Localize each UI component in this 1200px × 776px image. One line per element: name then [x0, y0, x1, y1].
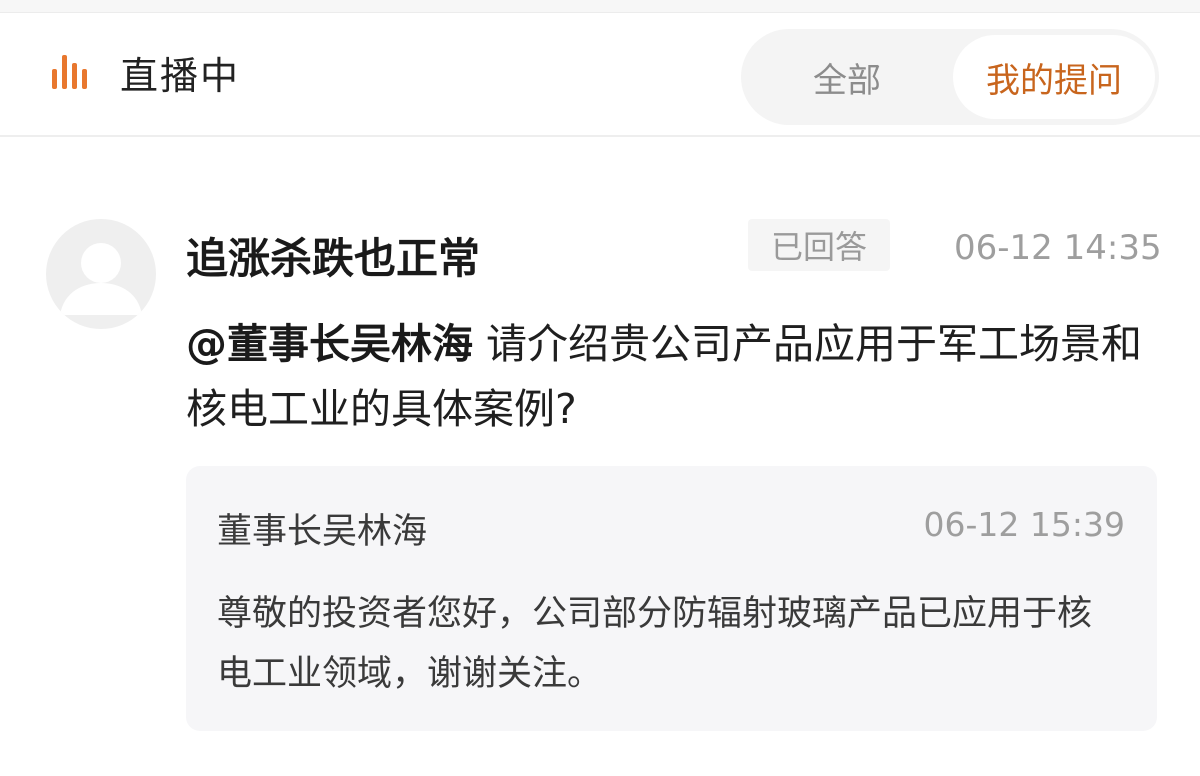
question-username[interactable]: 追涨杀跌也正常	[186, 225, 480, 286]
tab-all[interactable]: 全部	[741, 29, 953, 125]
question-timestamp: 06-12 14:35	[954, 228, 1162, 268]
mention-link[interactable]: @董事长吴林海	[186, 320, 473, 368]
filter-segmented-control: 全部 我的提问	[741, 29, 1159, 125]
tab-my-questions[interactable]: 我的提问	[953, 35, 1155, 119]
live-bars-icon	[52, 55, 88, 89]
answer-timestamp: 06-12 15:39	[923, 505, 1125, 544]
answer-text: 尊敬的投资者您好，公司部分防辐射玻璃产品已应用于核电工业领域，谢谢关注。	[217, 594, 1093, 694]
answered-status-badge: 已回答	[748, 219, 890, 271]
top-edge	[0, 0, 1200, 12]
answer-author: 董事长吴林海	[217, 512, 428, 552]
answer-card: 董事长吴林海 06-12 15:39 尊敬的投资者您好，公司部分防辐射玻璃产品已…	[186, 466, 1157, 731]
header-bar: 直播中 全部 我的提问	[0, 13, 1200, 137]
default-avatar-icon[interactable]	[46, 219, 156, 329]
live-status-label: 直播中	[120, 54, 241, 98]
question-body: @董事长吴林海 请介绍贵公司产品应用于军工场景和核电工业的具体案例?	[186, 312, 1166, 442]
